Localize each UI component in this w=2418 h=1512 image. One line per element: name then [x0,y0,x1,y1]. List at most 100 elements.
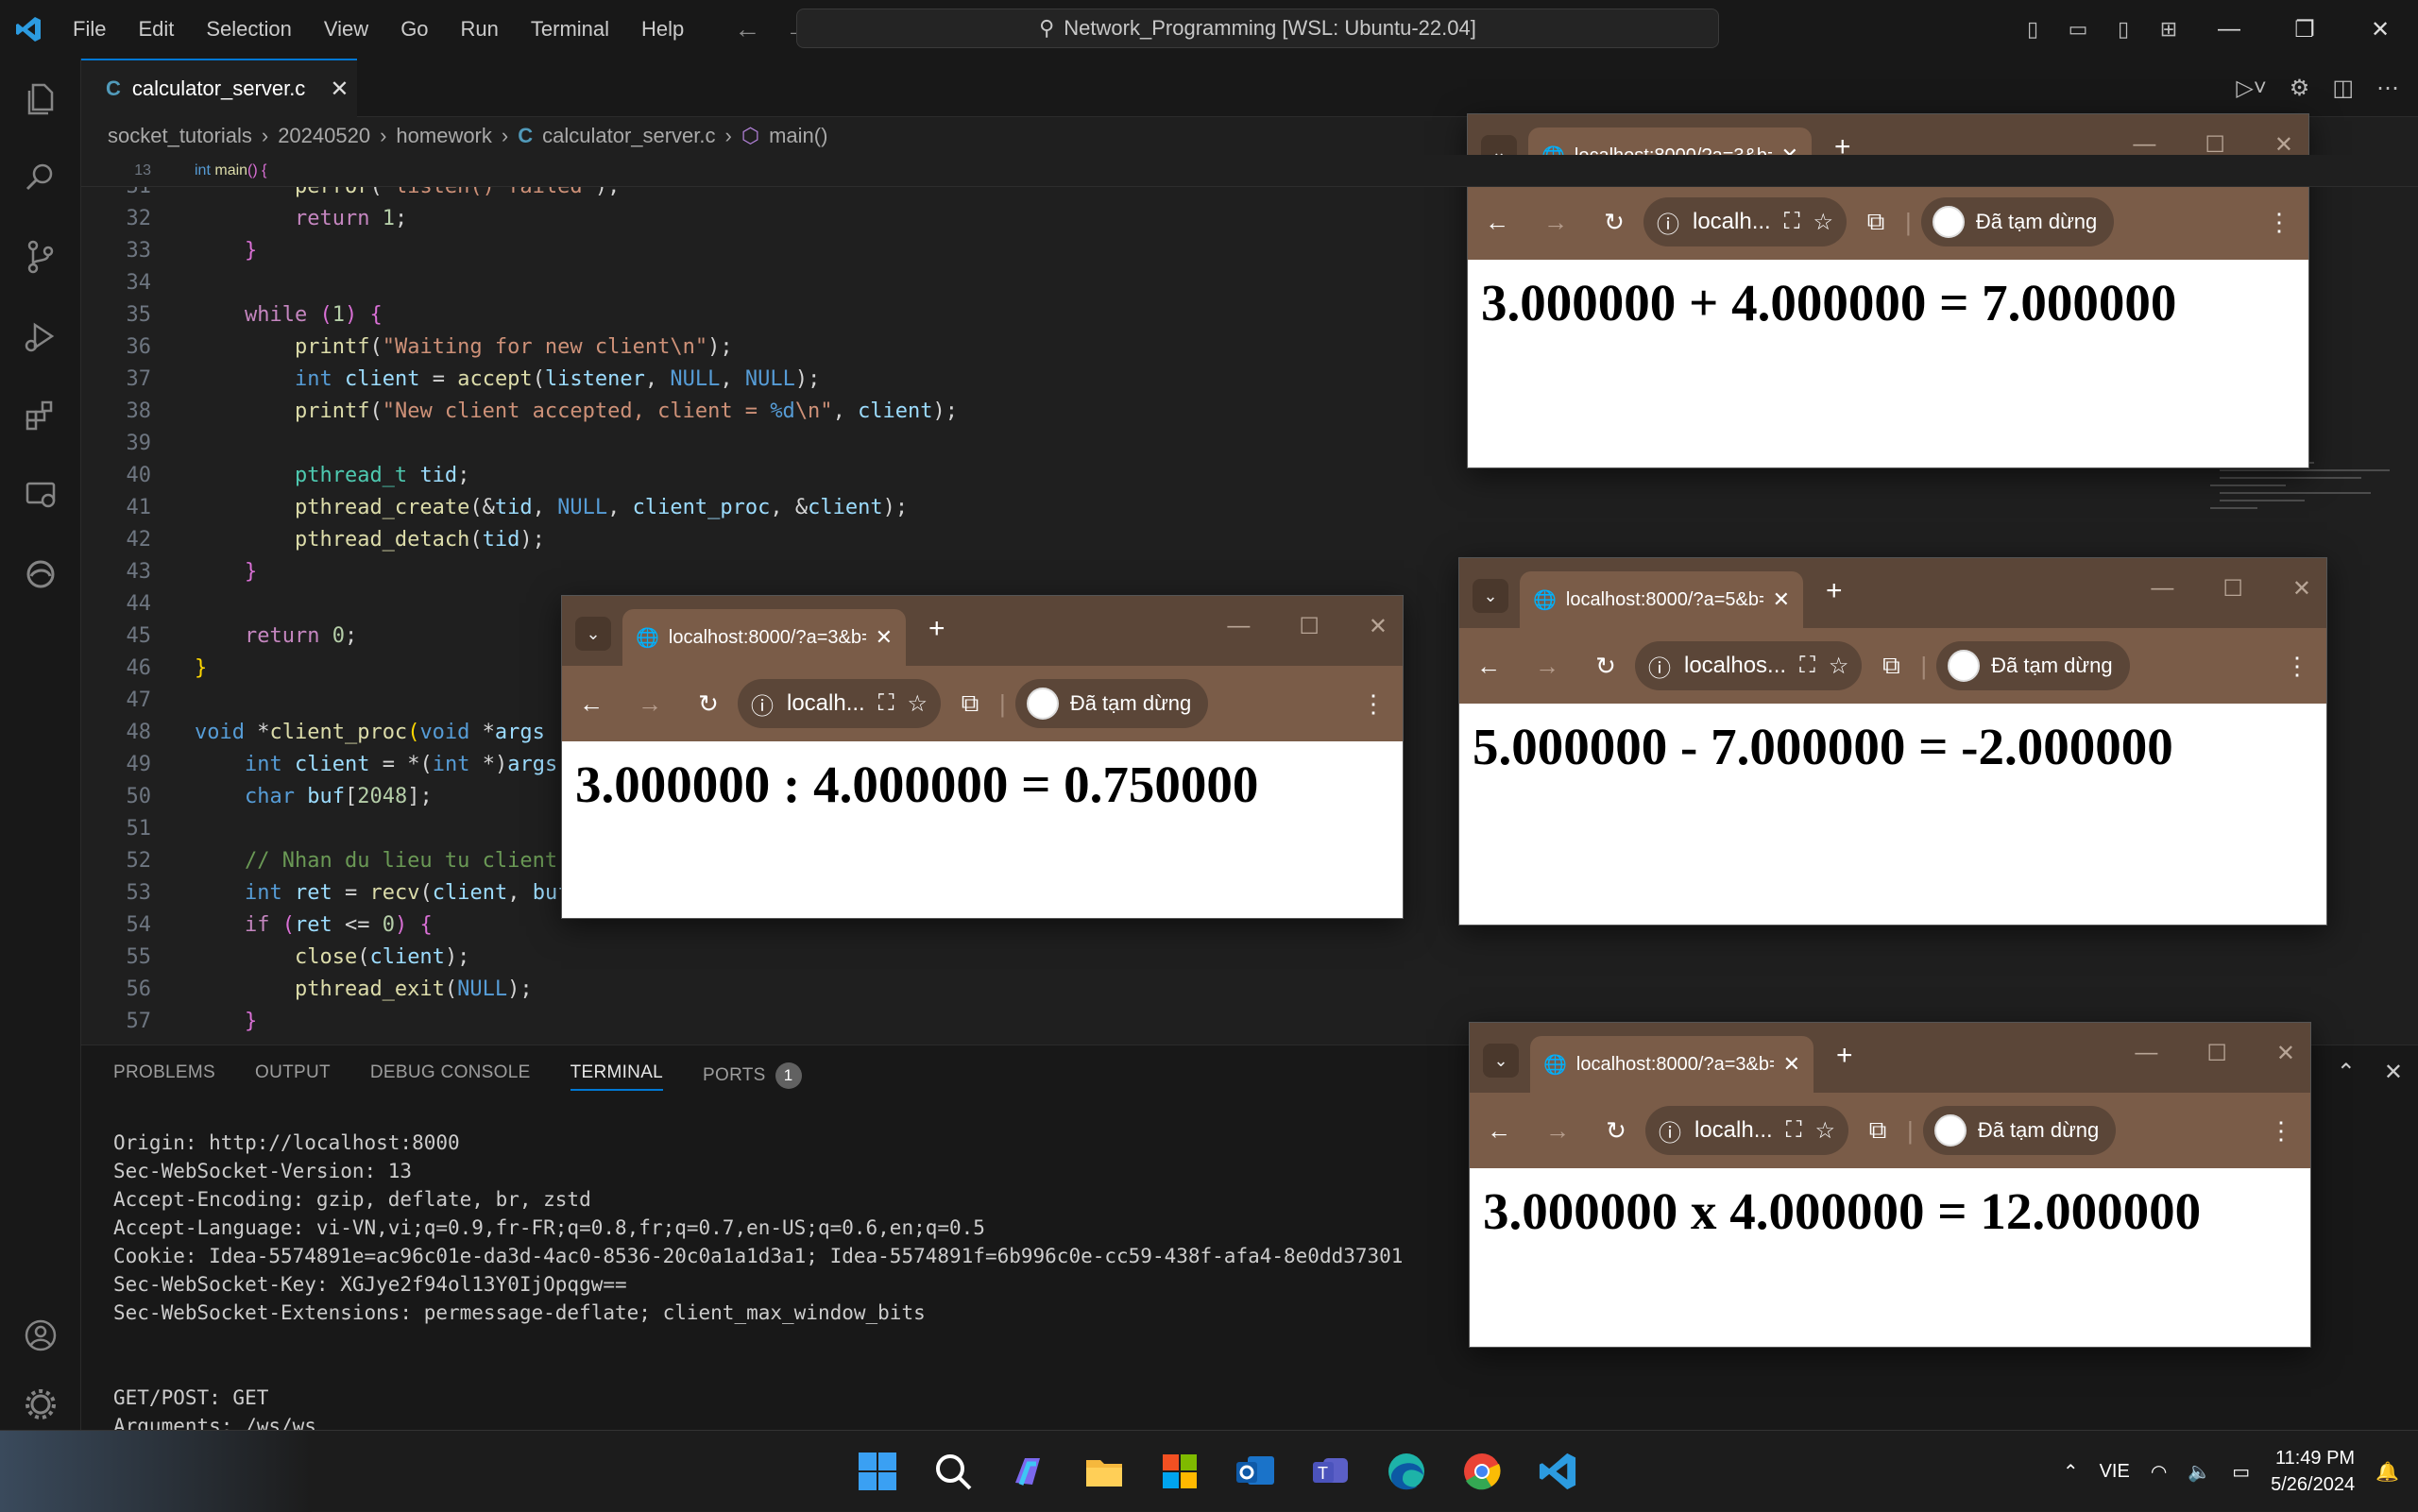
address-bar[interactable]: ⓘ localh... ⛶ ☆ [738,679,942,728]
input-language[interactable]: VIE [2100,1461,2130,1483]
teams-icon[interactable]: T [1303,1444,1358,1499]
site-info-icon[interactable]: ⓘ [1659,1114,1681,1147]
wifi-icon[interactable]: ◠ [2151,1460,2167,1484]
kebab-menu-icon[interactable]: ⋮ [1344,689,1403,719]
toggle-secondary-sidebar-icon[interactable]: ▯ [2101,17,2146,42]
new-tab-icon[interactable]: + [1826,575,1843,607]
copilot-icon[interactable] [1001,1444,1056,1499]
menu-run[interactable]: Run [445,17,515,41]
profile-paused-button[interactable]: Đã tạm dừng [1014,679,1209,728]
kebab-menu-icon[interactable]: ⋮ [2250,208,2308,237]
kebab-menu-icon[interactable]: ⋮ [2252,1116,2310,1146]
maximize-icon[interactable]: ☐ [2206,1040,2227,1067]
forward-arrow-icon[interactable]: → [621,689,679,719]
new-tab-icon[interactable]: + [1836,1040,1853,1072]
code-line[interactable]: 55 close(client); [81,942,2418,974]
terminal-output[interactable]: Origin: http://localhost:8000 Sec-WebSock… [113,1129,1403,1440]
minimize-icon[interactable]: — [1227,613,1250,640]
show-hidden-icons-icon[interactable]: ⌃ [2063,1460,2079,1484]
reload-icon[interactable]: ↻ [679,689,738,719]
tab-search-chevron-icon[interactable]: ⌄ [1473,579,1508,613]
customize-layout-icon[interactable]: ⊞ [2146,17,2191,42]
extensions-puzzle-icon[interactable]: ⧉ [1862,651,1920,681]
minimize-icon[interactable]: — [2151,575,2173,603]
file-explorer-icon[interactable] [1077,1444,1132,1499]
forward-arrow-icon[interactable]: → [1528,1116,1587,1146]
breadcrumb-item[interactable]: 20240520 [278,124,370,148]
close-tab-icon[interactable]: ✕ [876,625,893,650]
volume-icon[interactable]: 🔈 [2188,1460,2211,1484]
close-icon[interactable]: ✕ [2292,575,2311,603]
run-debug-icon[interactable] [0,297,80,376]
reload-icon[interactable]: ↻ [1587,1116,1645,1146]
menu-view[interactable]: View [308,17,384,41]
bookmark-star-icon[interactable]: ☆ [1829,653,1849,680]
forward-arrow-icon[interactable]: → [1526,208,1585,237]
bookmark-star-icon[interactable]: ☆ [1814,209,1834,236]
profile-paused-button[interactable]: Đã tạm dừng [1936,641,2130,690]
search-icon[interactable] [0,138,80,217]
search-icon[interactable] [926,1444,980,1499]
edge-devtools-icon[interactable] [0,535,80,614]
breadcrumb-item[interactable]: socket_tutorials [108,124,252,148]
breadcrumb-item[interactable]: homework [396,124,491,148]
code-line[interactable]: 41 pthread_create(&tid, NULL, client_pro… [81,492,2418,524]
back-arrow-icon[interactable]: ← [562,689,621,719]
new-tab-icon[interactable]: + [928,613,945,645]
site-info-icon[interactable]: ⓘ [1648,650,1671,683]
restore-button[interactable]: ❐ [2267,16,2342,43]
menu-terminal[interactable]: Terminal [515,17,625,41]
extensions-puzzle-icon[interactable]: ⧉ [1847,207,1905,237]
tab-terminal[interactable]: TERMINAL [570,1062,664,1091]
toggle-sidebar-icon[interactable]: ▯ [2010,17,2055,42]
menu-file[interactable]: File [57,17,122,41]
breadcrumb-item[interactable]: calculator_server.c [542,124,715,148]
profile-paused-button[interactable]: Đã tạm dừng [1922,1106,2117,1155]
browser-tab[interactable]: 🌐 localhost:8000/?a=3&b=4&cmd ✕ [622,609,906,666]
address-bar[interactable]: ⓘ localh... ⛶ ☆ [1643,197,1848,246]
edge-icon[interactable] [1379,1444,1434,1499]
close-window-button[interactable]: ✕ [2342,16,2418,43]
settings-gear-icon[interactable]: ⚙ [2290,75,2310,102]
back-arrow-icon[interactable]: ← [1470,1116,1528,1146]
chrome-icon[interactable] [1455,1444,1509,1499]
maximize-panel-icon[interactable]: ⌃ [2337,1059,2356,1086]
site-info-icon[interactable]: ⓘ [751,688,774,721]
tab-debug-console[interactable]: DEBUG CONSOLE [370,1062,531,1091]
tab-problems[interactable]: PROBLEMS [113,1062,215,1091]
close-icon[interactable]: ✕ [2276,1040,2295,1067]
address-bar[interactable]: ⓘ localhos... ⛶ ☆ [1635,641,1863,690]
kebab-menu-icon[interactable]: ⋮ [2268,652,2326,681]
command-center-search[interactable]: ⚲ Network_Programming [WSL: Ubuntu-22.04… [796,8,1719,48]
windows-start-icon[interactable] [850,1444,905,1499]
tab-ports[interactable]: PORTS 1 [703,1062,802,1091]
remote-explorer-icon[interactable] [0,455,80,535]
close-panel-icon[interactable]: ✕ [2384,1059,2403,1086]
extensions-puzzle-icon[interactable]: ⧉ [941,688,999,719]
menu-go[interactable]: Go [384,17,444,41]
extensions-icon[interactable] [0,376,80,455]
profile-paused-button[interactable]: Đã tạm dừng [1920,197,2115,246]
reload-icon[interactable]: ↻ [1585,208,1643,237]
source-control-icon[interactable] [0,217,80,297]
browser-window-mid-right[interactable]: ⌄ 🌐 localhost:8000/?a=5&b=7&cmd ✕ + — ☐ ✕ ←→↻ ⓘ lo… [1458,557,2327,926]
reload-icon[interactable]: ↻ [1576,652,1635,681]
run-file-icon[interactable]: ▷˅ [2236,75,2266,102]
browser-tab[interactable]: 🌐 localhost:8000/?a=5&b=7&cmd ✕ [1520,571,1803,628]
back-arrow-icon[interactable]: ← [1468,208,1526,237]
translate-icon[interactable]: ⛶ [878,690,894,717]
maximize-icon[interactable]: ☐ [2222,575,2243,603]
back-arrow-icon[interactable]: ← [734,14,760,44]
vscode-taskbar-icon[interactable] [1530,1444,1585,1499]
address-bar[interactable]: ⓘ localh... ⛶ ☆ [1645,1106,1849,1155]
bookmark-star-icon[interactable]: ☆ [908,690,928,718]
minimize-button[interactable]: — [2191,16,2267,42]
extensions-puzzle-icon[interactable]: ⧉ [1848,1115,1907,1146]
bookmark-star-icon[interactable]: ☆ [1815,1117,1836,1145]
close-tab-icon[interactable]: ✕ [1783,1052,1800,1077]
clock[interactable]: 11:49 PM 5/26/2024 [2271,1445,2355,1498]
toggle-panel-icon[interactable]: ▭ [2055,17,2101,42]
tab-calculator-server[interactable]: C calculator_server.c ✕ [81,59,357,117]
translate-icon[interactable]: ⛶ [1786,1117,1802,1144]
translate-icon[interactable]: ⛶ [1799,653,1815,679]
